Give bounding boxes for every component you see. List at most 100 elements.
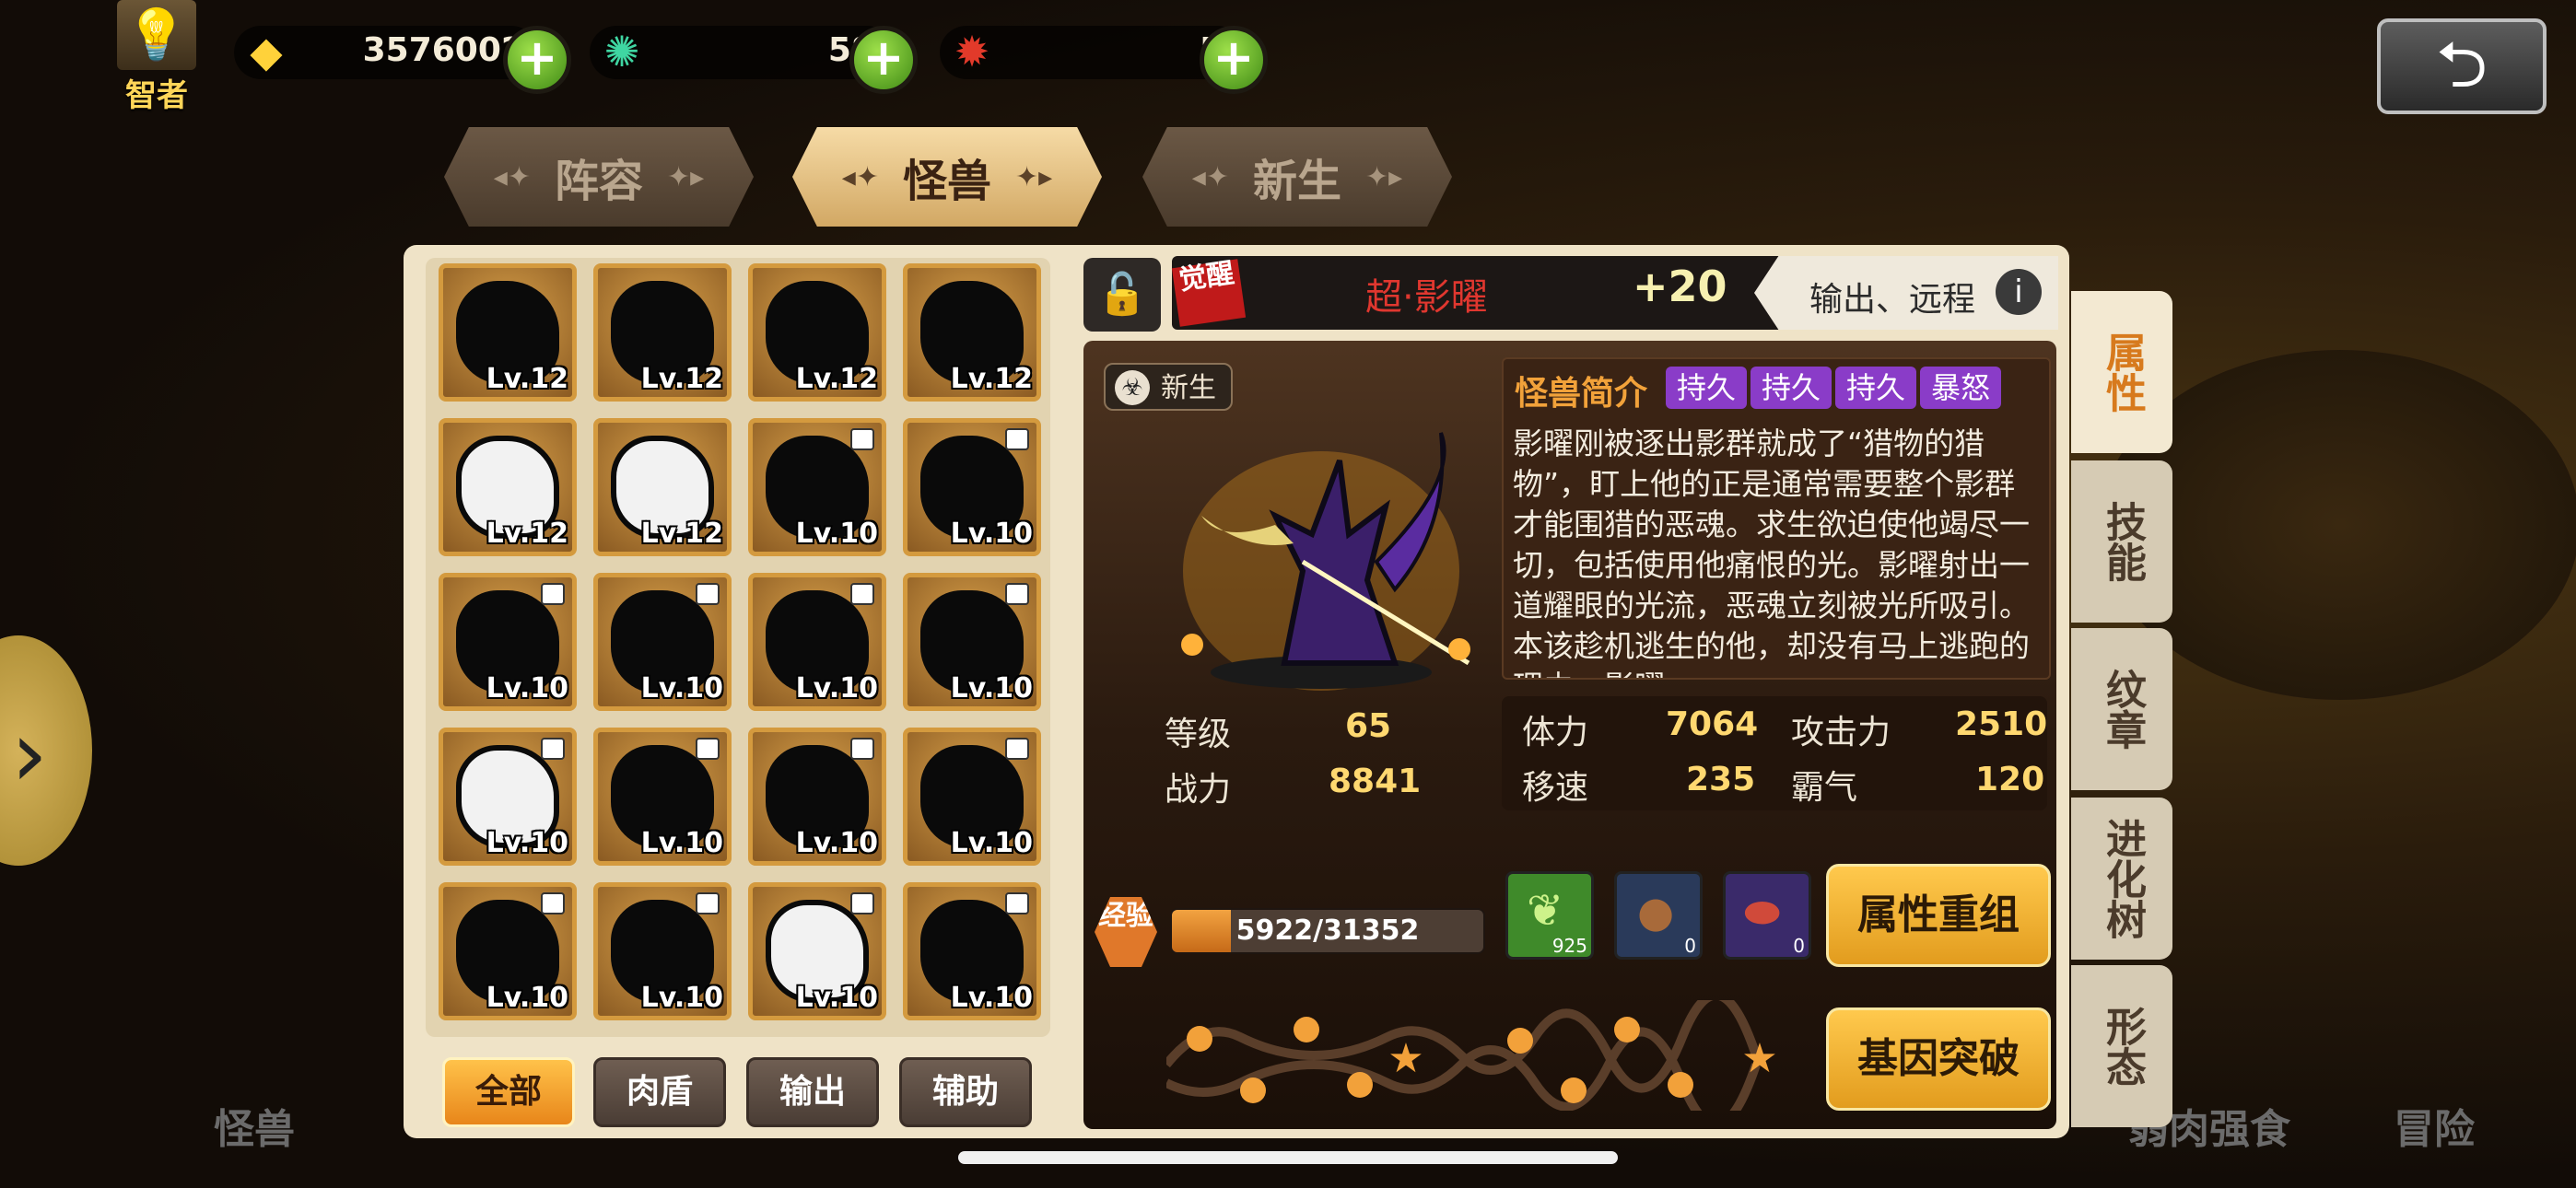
monster-card[interactable]: Lv.12: [593, 263, 732, 402]
monster-name: 超·影曜: [1365, 276, 1488, 319]
level-row: 等级 65: [1165, 707, 1441, 759]
side-tab-emblems[interactable]: 纹章: [2071, 628, 2172, 790]
side-tab-forms[interactable]: 形态: [2071, 965, 2172, 1127]
monster-level: Lv.10: [795, 982, 878, 1014]
monster-level: Lv.10: [640, 827, 723, 859]
lock-toggle-button[interactable]: 🔓: [1083, 258, 1161, 332]
item-count: 0: [1684, 935, 1696, 957]
monster-level: Lv.10: [950, 672, 1033, 705]
exp-item-drumstick[interactable]: ● 0: [1614, 871, 1703, 960]
monster-card[interactable]: Lv.10: [748, 573, 886, 711]
monster-level: Lv.12: [950, 363, 1033, 395]
awaken-badge: 觉醒: [1171, 257, 1247, 327]
gene-node: [1614, 1017, 1640, 1042]
tab-ornament-icon: ◂✦: [1191, 160, 1229, 193]
monster-card[interactable]: Lv.10: [748, 882, 886, 1020]
filter-support[interactable]: 辅助: [899, 1057, 1032, 1127]
filter-all[interactable]: 全部: [442, 1057, 575, 1127]
add-green-gem-button[interactable]: +: [849, 26, 918, 94]
vegetable-icon: ❦: [1527, 885, 1564, 937]
monster-card[interactable]: Lv.10: [439, 728, 577, 866]
nav-adventure[interactable]: 冒险: [2394, 1096, 2475, 1155]
tab-newborn[interactable]: ◂✦ 新生 ✦▸: [1142, 127, 1452, 227]
hp-value: 7064: [1666, 705, 1759, 743]
unlock-icon: 🔓: [1096, 271, 1148, 318]
filter-tank[interactable]: 肉盾: [593, 1057, 726, 1127]
side-tab-attributes[interactable]: 属性: [2071, 291, 2172, 453]
tab-monster-label: 怪兽: [902, 156, 991, 207]
rank-badge[interactable]: 💡 智者: [111, 0, 203, 114]
tab-lineup[interactable]: ◂✦ 阵容 ✦▸: [444, 127, 754, 227]
back-button[interactable]: ⮌: [2377, 18, 2547, 114]
tab-ornament-icon: ✦▸: [667, 160, 705, 193]
intro-title: 怪兽简介: [1515, 375, 1648, 413]
monster-level: Lv.10: [950, 982, 1033, 1014]
atk-value: 2510: [1955, 705, 2048, 743]
monster-card[interactable]: Lv.10: [439, 573, 577, 711]
atk-label: 攻击力: [1791, 714, 1891, 751]
exp-item-steak[interactable]: ⬬ 0: [1723, 871, 1811, 960]
monster-card[interactable]: Lv.10: [903, 728, 1041, 866]
monster-level: Lv.10: [795, 672, 878, 705]
monster-portrait: [1181, 432, 1470, 691]
side-tab-evolution[interactable]: 进化树: [2071, 798, 2172, 960]
monster-card[interactable]: Lv.10: [903, 882, 1041, 1020]
monster-card[interactable]: Lv.10: [903, 418, 1041, 556]
monster-card[interactable]: Lv.10: [593, 882, 732, 1020]
lock-icon: [541, 583, 565, 605]
info-icon[interactable]: i: [1996, 269, 2042, 315]
drumstick-icon: ●: [1637, 887, 1675, 937]
filter-dps[interactable]: 输出: [746, 1057, 879, 1127]
tab-ornament-icon: ✦▸: [1015, 160, 1053, 193]
home-indicator[interactable]: [958, 1151, 1618, 1164]
monster-card[interactable]: Lv.12: [593, 418, 732, 556]
lock-icon: [541, 738, 565, 760]
tab-ornament-icon: ✦▸: [1365, 160, 1403, 193]
monster-level: Lv.10: [640, 672, 723, 705]
monster-card[interactable]: Lv.12: [903, 263, 1041, 402]
gene-breakthrough-button[interactable]: 基因突破: [1826, 1007, 2051, 1111]
lock-icon: [696, 583, 720, 605]
exp-text: 5922/31352: [1235, 914, 1420, 947]
trait-tag[interactable]: 持久: [1835, 367, 1916, 409]
add-red-gem-button[interactable]: +: [1200, 26, 1268, 94]
monster-card[interactable]: Lv.12: [439, 418, 577, 556]
monster-card[interactable]: Lv.12: [748, 263, 886, 402]
exp-item-vegetable[interactable]: ❦ 925: [1505, 871, 1594, 960]
exp-bar: 5922/31352: [1170, 908, 1485, 954]
monster-level: Lv.10: [795, 518, 878, 550]
monster-card[interactable]: Lv.10: [439, 882, 577, 1020]
trait-tag[interactable]: 暴怒: [1920, 367, 2001, 409]
gene-node: [1668, 1072, 1693, 1098]
monster-card[interactable]: Lv.12: [439, 263, 577, 402]
candle-right: [1448, 638, 1470, 660]
item-count: 925: [1551, 935, 1587, 957]
monster-card[interactable]: Lv.10: [593, 573, 732, 711]
intro-text: 影曜刚被逐出影群就成了“猎物的猎物”，盯上他的正是通常需要整个影群才能围猎的恶魂…: [1513, 425, 2030, 678]
lock-icon: [541, 892, 565, 914]
side-tab-skills[interactable]: 技能: [2071, 460, 2172, 623]
trait-tag[interactable]: 持久: [1666, 367, 1747, 409]
monster-level: Lv.12: [640, 518, 723, 550]
monster-level: Lv.12: [795, 363, 878, 395]
monster-level: Lv.12: [486, 518, 568, 550]
monster-intro[interactable]: 怪兽简介 持久 持久 持久 暴怒 影曜刚被逐出影群就成了“猎物的猎物”，盯上他的…: [1502, 357, 2051, 680]
candle-left: [1181, 634, 1203, 656]
newborn-badge[interactable]: ☣ 新生: [1104, 363, 1233, 411]
monster-card[interactable]: Lv.10: [593, 728, 732, 866]
nav-monster[interactable]: 怪兽: [214, 1096, 295, 1155]
green-gem-counter: ✺ 583 +: [590, 13, 921, 94]
monster-card[interactable]: Lv.10: [903, 573, 1041, 711]
monster-card[interactable]: Lv.10: [748, 418, 886, 556]
gene-node: [1187, 1026, 1212, 1052]
tab-monster[interactable]: ◂✦ 怪兽 ✦▸: [792, 127, 1102, 227]
monster-level: Lv.12: [486, 363, 568, 395]
trait-tag[interactable]: 持久: [1751, 367, 1832, 409]
add-gold-button[interactable]: +: [503, 26, 571, 94]
dominance-row: 霸气 120: [1791, 761, 2044, 812]
monster-card[interactable]: Lv.10: [748, 728, 886, 866]
attribute-reset-button[interactable]: 属性重组: [1826, 864, 2051, 967]
newborn-label: 新生: [1161, 372, 1216, 404]
monster-level: Lv.10: [486, 672, 568, 705]
dominance-value: 120: [1975, 761, 2045, 798]
